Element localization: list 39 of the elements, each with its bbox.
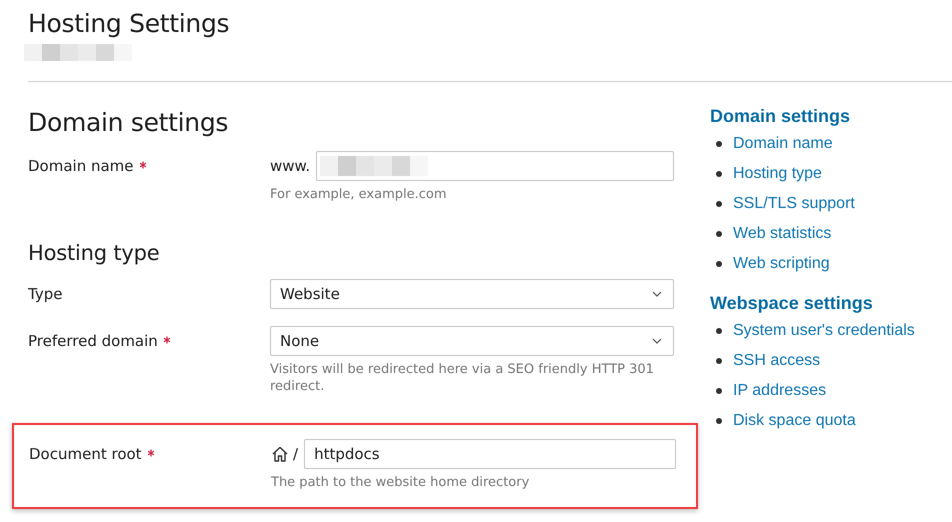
field-label: Type [28, 285, 62, 303]
bullet-icon [716, 201, 722, 207]
sidebar-link[interactable]: SSH access [733, 352, 820, 370]
sidebar-heading: Webspace settings [710, 293, 874, 314]
sidebar-link[interactable]: Web scripting [733, 255, 830, 273]
field-prefix: www. [270, 157, 310, 175]
section-heading: Hosting type [28, 241, 160, 265]
sidebar-link[interactable]: Hosting type [733, 165, 822, 183]
home-icon [271, 445, 289, 463]
bullet-icon [716, 418, 722, 424]
field-label: Domain name [28, 157, 134, 175]
sidebar-link[interactable]: IP addresses [733, 382, 826, 400]
input-field[interactable]: httpdocs [304, 439, 676, 469]
bullet-icon [716, 171, 722, 177]
bullet-icon [716, 358, 722, 364]
page-title: Hosting Settings [28, 8, 230, 40]
dropdown[interactable]: Website [270, 279, 674, 309]
hint-text: Visitors will be redirected here via a SEO friendly HTTP 301 redirect. [270, 361, 655, 395]
dropdown[interactable]: None [270, 326, 674, 356]
field-label: Document root [29, 445, 142, 463]
bullet-icon [716, 328, 722, 334]
sidebar-link[interactable]: Web statistics [733, 225, 832, 243]
path-separator: / [293, 445, 298, 463]
caret-icon [652, 338, 662, 344]
hint-text: The path to the website home directory [271, 474, 530, 491]
input-field[interactable] [316, 151, 674, 181]
bullet-icon [716, 231, 722, 237]
sidebar-heading: Domain settings [710, 106, 852, 127]
sidebar-link[interactable]: SSL/TLS support [733, 195, 855, 213]
bullet-icon [716, 261, 722, 267]
sidebar-link[interactable]: System user's credentials [733, 322, 915, 340]
sidebar-link[interactable]: Disk space quota [733, 412, 856, 430]
sidebar-link[interactable]: Domain name [733, 135, 833, 153]
hint-text: For example, example.com [270, 186, 448, 203]
bullet-icon [716, 388, 722, 394]
bullet-icon [716, 141, 722, 147]
caret-icon [652, 291, 662, 297]
section-heading: Domain settings [28, 108, 230, 137]
field-label: Preferred domain [28, 332, 158, 350]
